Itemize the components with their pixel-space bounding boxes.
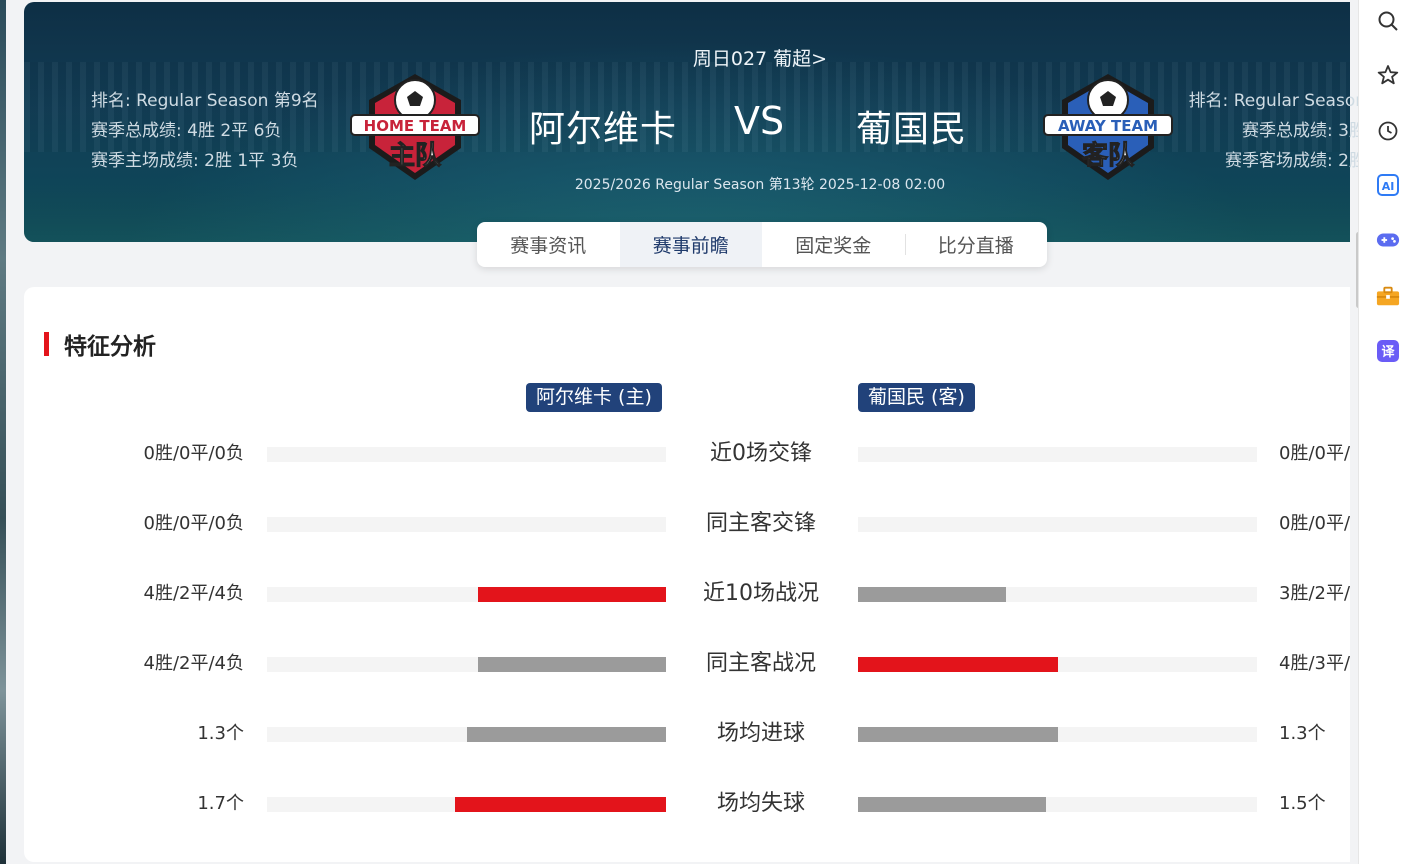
- away-rank: 排名: Regular Season: [1188, 91, 1358, 111]
- home-rank: 排名: Regular Season 第9名: [91, 91, 319, 111]
- home-bar-track: [267, 517, 666, 532]
- away-venue-record: 赛季客场成绩: 2胜: [1225, 151, 1358, 171]
- home-bar-track: [267, 657, 666, 672]
- comparison-row: 1.3个 场均进球 1.3个: [24, 719, 1358, 749]
- match-time: 2025/2026 Regular Season 第13轮 2025-12-08…: [574, 177, 946, 193]
- tab-fixed-odds[interactable]: 固定奖金: [762, 222, 905, 267]
- away-stat-value: 3胜/2平/5: [1279, 583, 1358, 604]
- page: 周日027 葡超> 排名: Regular Season 第9名 赛季总成绩: …: [6, 0, 1358, 864]
- match-tabs: 赛事资讯 赛事前瞻 固定奖金 比分直播: [477, 222, 1047, 267]
- away-bar-track: [858, 517, 1257, 532]
- home-venue-record: 赛季主场成绩: 2胜 1平 3负: [91, 151, 299, 171]
- away-bar-fill: [858, 657, 1058, 672]
- home-bar-track: [267, 587, 666, 602]
- star-icon[interactable]: [1376, 63, 1400, 87]
- away-bar-fill: [858, 727, 1058, 742]
- home-bar-fill: [466, 727, 666, 742]
- home-stat-value: 4胜/2平/4负: [143, 583, 245, 604]
- comparison-row: 1.7个 场均失球 1.5个: [24, 789, 1358, 819]
- home-bar-fill: [478, 657, 666, 672]
- away-stat-value: 1.5个: [1279, 793, 1326, 814]
- away-bar-track: [858, 727, 1257, 742]
- versus-label: VS: [734, 99, 785, 143]
- league-link[interactable]: 周日027 葡超>: [24, 44, 1358, 71]
- home-bar-track: [267, 447, 666, 462]
- home-team-tag: 阿尔维卡 (主): [526, 383, 662, 412]
- away-bar-fill: [858, 797, 1046, 812]
- home-badge-label: HOME TEAM: [364, 117, 467, 135]
- section-title-text: 特征分析: [64, 334, 156, 360]
- home-stat-value: 1.7个: [197, 793, 244, 814]
- away-team-tag: 葡国民 (客): [858, 383, 975, 412]
- away-bar-track: [858, 587, 1257, 602]
- home-stat-value: 4胜/2平/4负: [143, 653, 245, 674]
- section-marker: [44, 332, 49, 356]
- search-icon[interactable]: [1376, 9, 1400, 33]
- analysis-card: 特征分析 阿尔维卡 (主) 葡国民 (客) 0胜/0平/0负 近0场交锋 0胜/0平…: [24, 287, 1358, 862]
- ai-icon[interactable]: AI: [1376, 173, 1400, 197]
- away-badge-label-cn: 客队: [1082, 140, 1135, 171]
- away-team-name[interactable]: 葡国民: [856, 100, 967, 152]
- tab-preview[interactable]: 赛事前瞻: [619, 222, 762, 267]
- metric-label: 场均失球: [716, 791, 805, 816]
- home-bar-fill: [478, 587, 666, 602]
- history-icon[interactable]: [1376, 119, 1400, 143]
- browser-sidebar: AI 译: [1358, 0, 1414, 864]
- svg-text:译: 译: [1381, 345, 1395, 360]
- toolbox-icon[interactable]: [1376, 284, 1400, 308]
- home-badge-label-cn: 主队: [389, 141, 442, 171]
- match-header: 周日027 葡超> 排名: Regular Season 第9名 赛季总成绩: …: [24, 2, 1358, 242]
- away-team-badge: AWAY TEAM 客队: [1042, 70, 1174, 184]
- metric-label: 同主客交锋: [705, 511, 816, 536]
- metric-label: 同主客战况: [705, 651, 816, 676]
- away-stat-value: 0胜/0平/0: [1279, 443, 1358, 464]
- home-bar-fill: [454, 797, 666, 812]
- home-season-stats: 排名: Regular Season 第9名 赛季总成绩: 4胜 2平 6负 赛…: [91, 86, 319, 176]
- comparison-row: 0胜/0平/0负 近0场交锋 0胜/0平/0: [24, 439, 1359, 469]
- home-team-badge: HOME TEAM 主队: [349, 70, 481, 184]
- section-title: 特征分析: [44, 331, 156, 360]
- metric-label: 近10场战况: [703, 581, 819, 606]
- comparison-row: 0胜/0平/0负 同主客交锋 0胜/0平/0: [24, 509, 1359, 539]
- metric-label: 场均进球: [716, 721, 805, 746]
- home-bar-track: [267, 797, 666, 812]
- comparison-row: 4胜/2平/4负 近10场战况 3胜/2平/5: [24, 579, 1359, 609]
- home-total-record: 赛季总成绩: 4胜 2平 6负: [91, 121, 282, 141]
- away-bar-track: [858, 797, 1257, 812]
- away-badge-label: AWAY TEAM: [1058, 117, 1158, 135]
- away-season-stats: 排名: Regular Season 赛季总成绩: 3胜 赛季客场成绩: 2胜: [1166, 86, 1358, 176]
- gamepad-icon[interactable]: [1376, 228, 1400, 252]
- translate-icon[interactable]: 译: [1376, 339, 1400, 363]
- away-bar-track: [858, 657, 1257, 672]
- home-stat-value: 0胜/0平/0负: [143, 443, 245, 464]
- away-stat-value: 0胜/0平/0: [1279, 513, 1358, 534]
- away-stat-value: 1.3个: [1279, 723, 1326, 744]
- home-team-name[interactable]: 阿尔维卡: [529, 100, 677, 152]
- metric-label: 近0场交锋: [710, 441, 812, 466]
- svg-text:AI: AI: [1382, 180, 1395, 193]
- away-stat-value: 4胜/3平/3: [1279, 653, 1358, 674]
- comparison-row: 4胜/2平/4负 同主客战况 4胜/3平/3: [24, 649, 1359, 679]
- home-stat-value: 1.3个: [197, 723, 244, 744]
- home-bar-track: [267, 727, 666, 742]
- away-bar-track: [858, 447, 1257, 462]
- tab-news[interactable]: 赛事资讯: [477, 222, 620, 267]
- away-total-record: 赛季总成绩: 3胜: [1242, 121, 1358, 141]
- away-bar-fill: [858, 587, 1006, 602]
- tab-live-score[interactable]: 比分直播: [904, 222, 1048, 267]
- home-stat-value: 0胜/0平/0负: [143, 513, 245, 534]
